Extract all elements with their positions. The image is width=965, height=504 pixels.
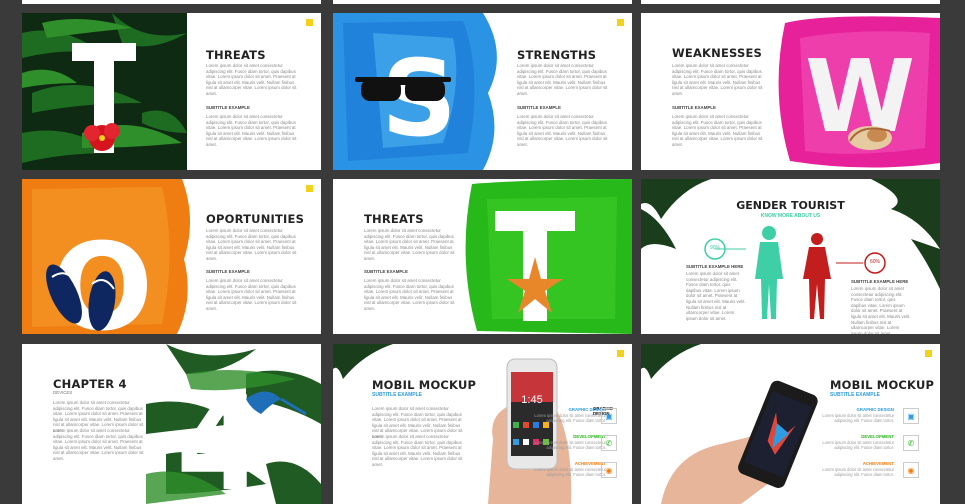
accent-square — [925, 350, 932, 357]
row-text: Lorem ipsum dolor sit amet consectetur a… — [534, 467, 606, 477]
graphic-design-icon: ▣ — [601, 408, 617, 424]
body-text: Lorem ipsum dolor sit amet consectetur a… — [53, 428, 144, 461]
accent-square — [306, 185, 313, 192]
slide-subtitle: KNOW MORE ABOUT US — [760, 213, 821, 219]
row-text: Lorem ipsum dolor sit amet consectetur a… — [822, 467, 894, 477]
slide-threats-1[interactable]: THREATS Lorem ipsum dolor sit amet conse… — [22, 13, 321, 170]
partial-slide-top — [333, 0, 632, 4]
slide-title: THREATS — [206, 48, 266, 62]
blue-watercolor-image: S — [333, 13, 497, 170]
row-label-graphic-design: GRAPHIC DESIGN — [856, 407, 894, 412]
slide-weaknesses[interactable]: WEAKNESSES Lorem ipsum dolor sit amet co… — [641, 13, 940, 170]
slide-subtitle: DEVICES — [53, 390, 73, 395]
green-watercolor-image — [465, 179, 632, 334]
body-text: Lorem ipsum dolor sit amet consectetur a… — [206, 63, 297, 96]
slide-title: MOBIL MOCKUP — [830, 378, 935, 392]
slide-title: CHAPTER 4 — [53, 377, 127, 391]
slide-subtitle: SUBTITLE EXAMPLE — [517, 105, 561, 110]
slide-title: THREATS — [364, 212, 424, 226]
slide-chapter-4[interactable]: CHAPTER 4 DEVICES Lorem ipsum dolor sit … — [22, 344, 321, 504]
slide-subtitle: SUBTITLE EXAMPLE — [672, 105, 716, 110]
left-label: SUBTITLE EXAMPLE HERE — [686, 264, 744, 269]
accent-square — [617, 350, 624, 357]
accent-square — [306, 19, 313, 26]
body-text: Lorem ipsum dolor sit amet consectetur a… — [672, 114, 763, 147]
slide-subtitle: SUBTITLE EXAMPLE — [364, 269, 408, 274]
row-text: Lorem ipsum dolor sit amet consectetur a… — [822, 413, 894, 423]
partial-slide-top — [641, 0, 940, 4]
slide-title: OPORTUNITIES — [206, 212, 305, 226]
big-number: 4 — [176, 368, 266, 504]
tropical-leaves-image — [22, 13, 187, 170]
phone-clock: 1:45 — [521, 394, 543, 406]
left-percent: 90% — [709, 245, 720, 251]
phone-icon: ✆ — [601, 435, 617, 451]
row-label-development: DEVELOPMENT — [861, 434, 894, 439]
body-text: Lorem ipsum dolor sit amet consectetur a… — [206, 114, 297, 147]
slide-subtitle: SUBTITLE EXAMPLE — [830, 392, 881, 398]
row-label-graphic-design: GRAPHIC DESIGN — [568, 407, 606, 412]
slide-title: STRENGTHS — [517, 48, 597, 62]
slide-mobil-mockup-2[interactable]: MOBIL MOCKUP SUBTITLE EXAMPLE GRAPHIC DE… — [641, 344, 940, 504]
body-text: Lorem ipsum dolor sit amet consectetur a… — [364, 278, 455, 311]
row-label-achievement: ACHIEVEMENT — [862, 461, 894, 466]
left-body: Lorem ipsum dolor sit amet consectetur a… — [686, 271, 746, 321]
slide-title: WEAKNESSES — [672, 46, 763, 60]
leaves-hummingbird-image: 4 — [146, 344, 321, 504]
hand-phone-tilted-image — [661, 380, 818, 504]
row-text: Lorem ipsum dolor sit amet consectetur a… — [534, 440, 606, 450]
body-text: Lorem ipsum dolor sit amet consectetur a… — [372, 434, 463, 467]
row-text: Lorem ipsum dolor sit amet consectetur a… — [822, 440, 894, 450]
row-label-achievement: ACHIEVEMENT — [574, 461, 606, 466]
slide-strengths[interactable]: S STRENGTHS Lorem ipsum dolor sit amet c… — [333, 13, 632, 170]
slide-subtitle: SUBTITLE EXAMPLE — [206, 105, 250, 110]
body-text: Lorem ipsum dolor sit amet consectetur a… — [672, 63, 763, 96]
accent-square — [617, 19, 624, 26]
slide-title: GENDER TOURIST — [736, 199, 845, 212]
graphic-design-icon: ▣ — [903, 408, 919, 424]
phone-icon: ✆ — [903, 435, 919, 451]
slide-gender-tourist[interactable]: GENDER TOURIST KNOW MORE ABOUT US 90% 60… — [641, 179, 940, 334]
body-text: Lorem ipsum dolor sit amet consectetur a… — [517, 114, 608, 147]
row-text: Lorem ipsum dolor sit amet consectetur a… — [534, 413, 606, 423]
body-text: Lorem ipsum dolor sit amet consectetur a… — [206, 278, 297, 311]
hand-phone-image — [488, 358, 572, 504]
body-text: Lorem ipsum dolor sit amet consectetur a… — [517, 63, 608, 96]
right-percent: 60% — [869, 259, 880, 265]
partial-slide-top — [22, 0, 321, 4]
slide-oportunities[interactable]: O OPORTUNITIES Lorem ipsum dolor sit ame… — [22, 179, 321, 334]
slide-threats-2[interactable]: THREATS Lorem ipsum dolor sit amet conse… — [333, 179, 632, 334]
body-text: Lorem ipsum dolor sit amet consectetur a… — [364, 228, 455, 261]
pink-watercolor-image: W — [778, 16, 940, 168]
row-label-development: DEVELOPMENT — [573, 434, 606, 439]
right-label: SUBTITLE EXAMPLE HERE — [851, 279, 909, 284]
gamepad-icon: ◉ — [601, 462, 617, 478]
slide-subtitle: SUBTITLE EXAMPLE — [206, 269, 250, 274]
orange-watercolor-image: O — [22, 179, 191, 334]
slide-subtitle: SUBTITLE EXAMPLE — [372, 392, 423, 398]
slide-mobil-mockup-1[interactable]: MOBIL MOCKUP SUBTITLE EXAMPLE Lorem ipsu… — [333, 344, 632, 504]
gamepad-icon: ◉ — [903, 462, 919, 478]
right-body: Lorem ipsum dolor sit amet consectetur a… — [851, 286, 911, 334]
body-text: Lorem ipsum dolor sit amet consectetur a… — [206, 228, 297, 261]
slide-title: MOBIL MOCKUP — [372, 378, 477, 392]
